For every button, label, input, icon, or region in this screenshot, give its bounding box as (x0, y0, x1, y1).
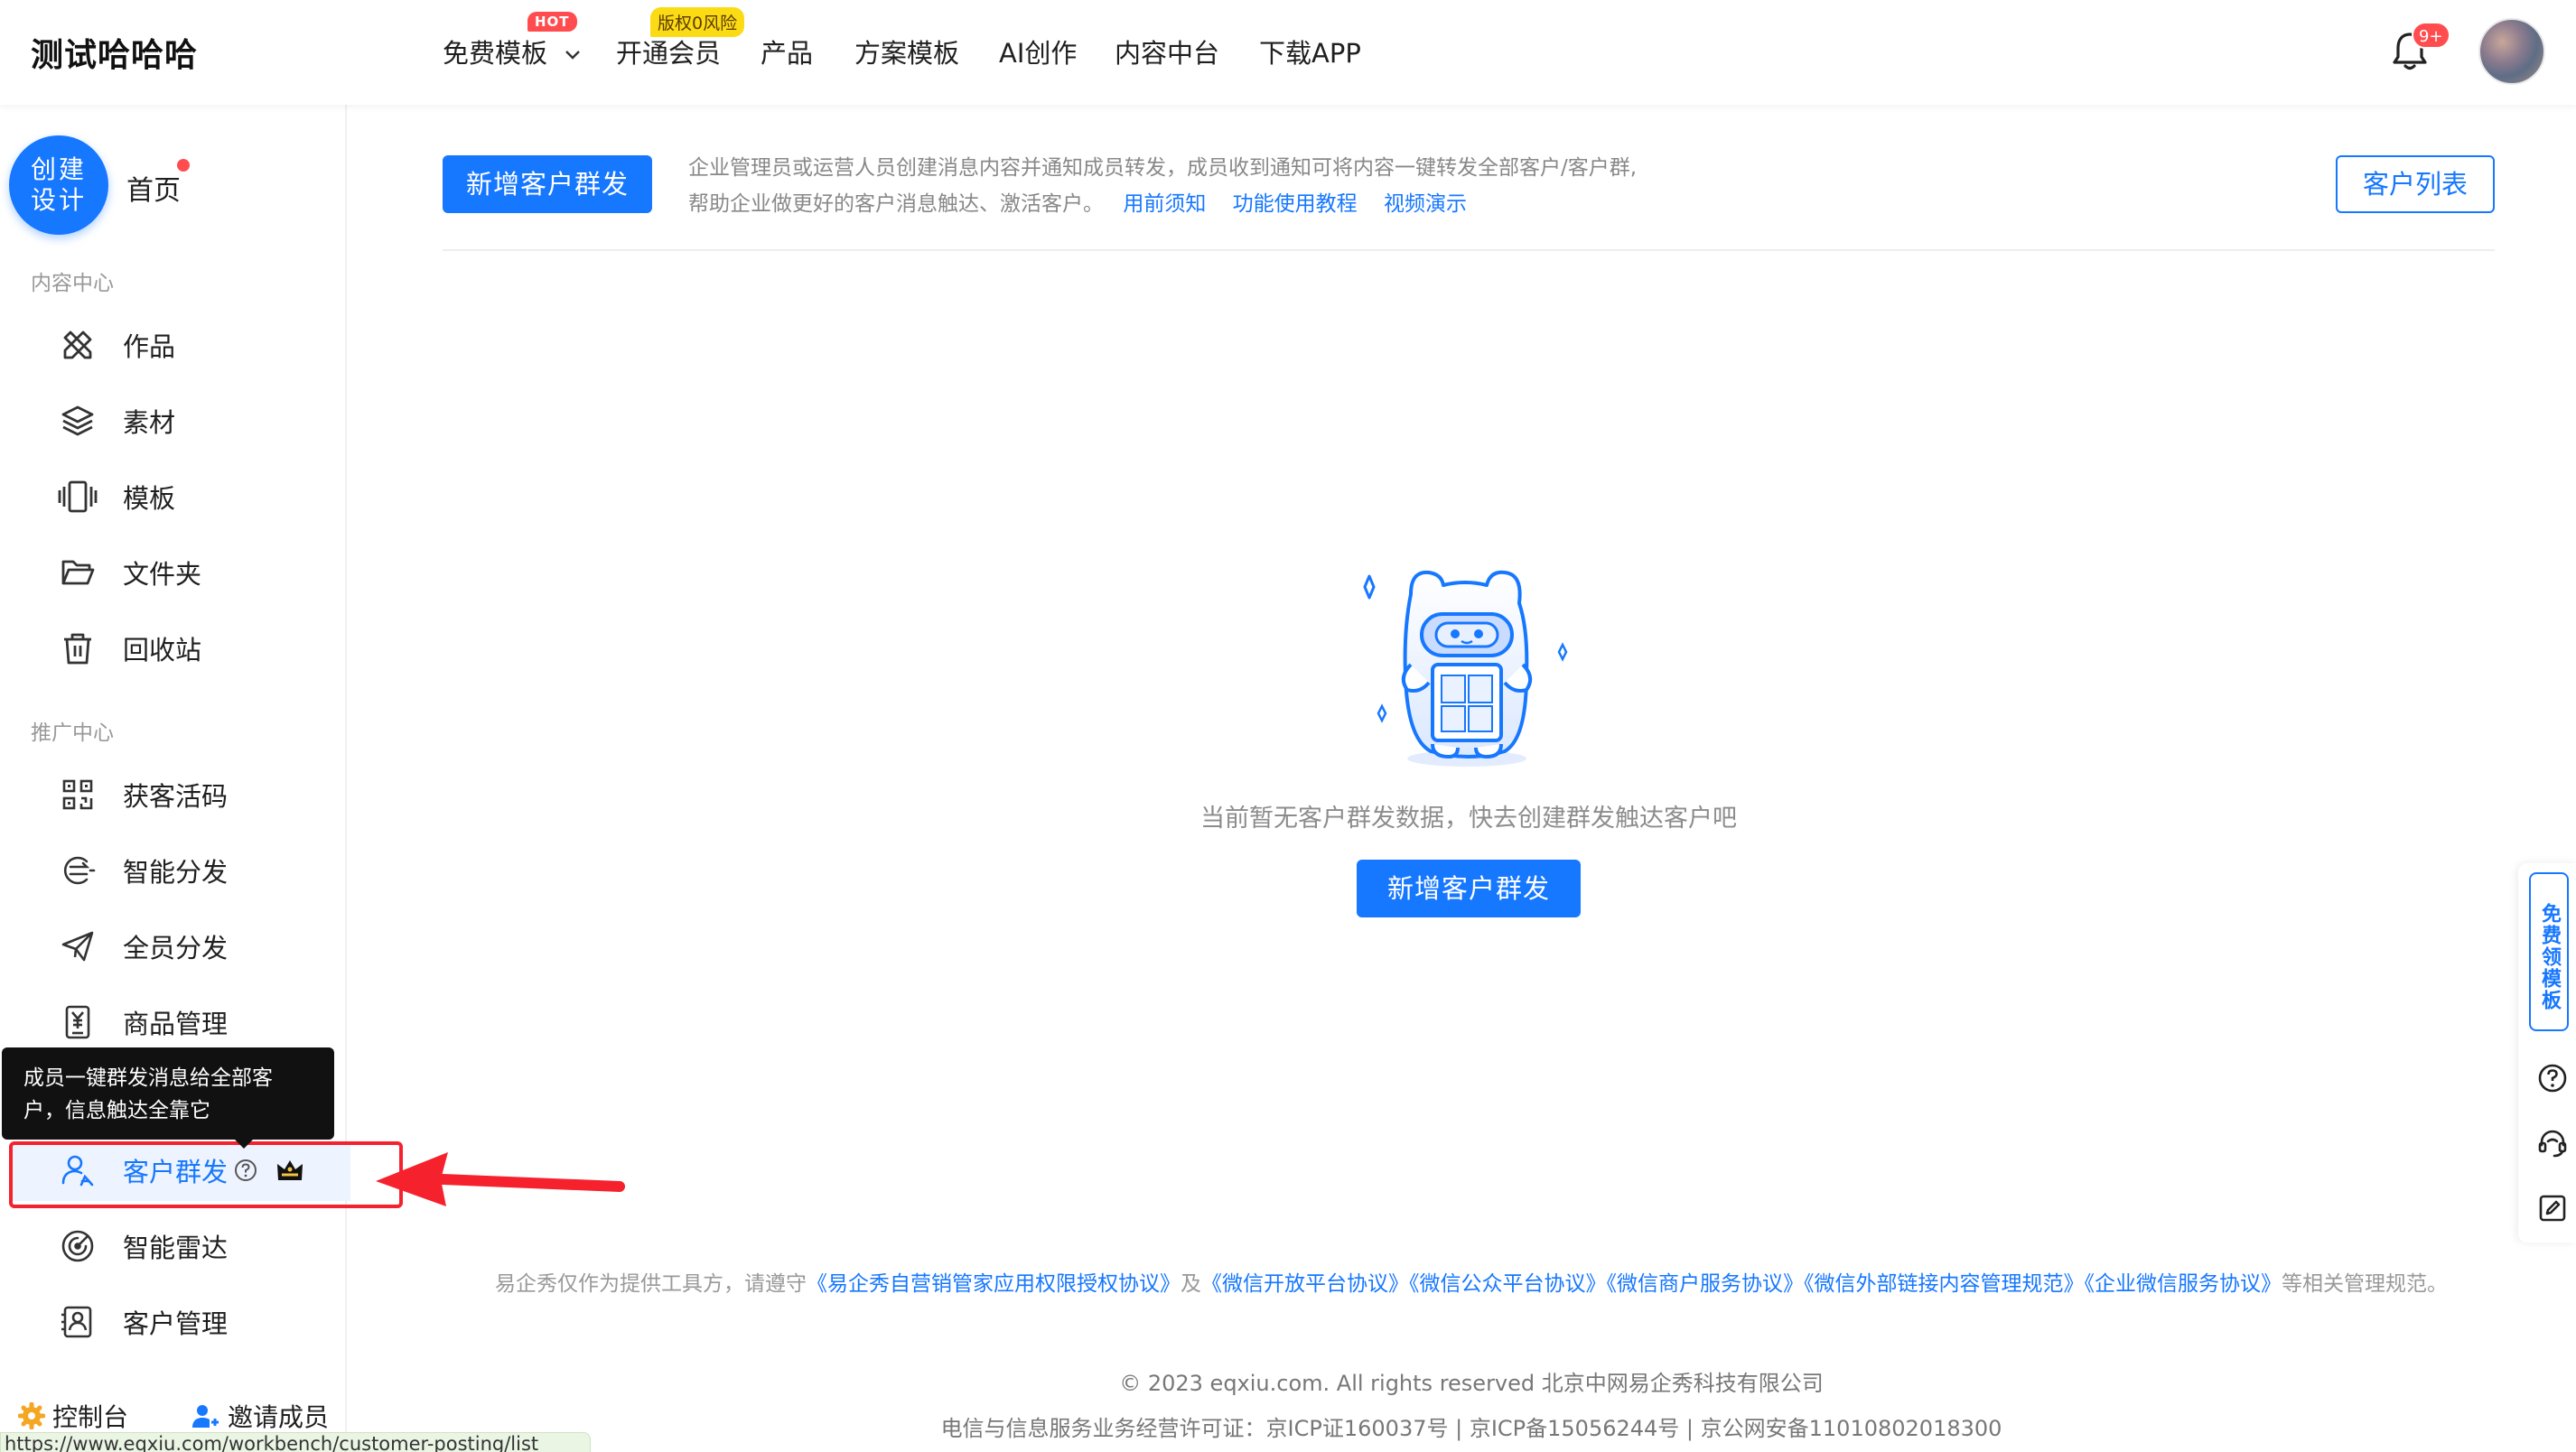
footer-license: 电信与信息服务业务经营许可证：京ICP证160037号 | 京ICP备15056… (940, 1416, 2002, 1441)
sidebar-item-label: 商品管理 (123, 1009, 229, 1039)
tooltip-arrow (233, 1138, 255, 1149)
feedback-edit-icon[interactable] (2534, 1190, 2571, 1226)
footer-notice: 易企秀仅作为提供工具方，请遵守《易企秀自营销管家应用权限授权协议》及《微信开放平… (446, 1268, 2497, 1300)
create-label-line1: 创建 (30, 154, 87, 184)
avatar[interactable] (2478, 18, 2545, 85)
highlight-box (9, 1141, 403, 1208)
sidebar-item-all-staff-distribute[interactable]: 全员分发 (58, 921, 329, 972)
template-icon (58, 477, 98, 517)
sidebar-item-label: 智能分发 (123, 857, 229, 888)
radar-icon (58, 1226, 98, 1266)
nav-label: 免费模板 (443, 38, 548, 69)
invite-member-link[interactable]: 邀请成员 (191, 1398, 329, 1434)
sidebar-item-label: 智能雷达 (123, 1233, 229, 1263)
nav-ai-create[interactable]: AI创作 (999, 33, 1077, 70)
trash-icon (58, 628, 98, 668)
hot-badge: HOT (527, 12, 577, 32)
gear-icon (18, 1402, 45, 1429)
top-header: 测试哈哈哈 免费模板 HOT 开通会员 版权0风险 产品 方案模板 AI创作 内… (0, 0, 2576, 105)
section-title-promotion: 推广中心 (31, 721, 114, 745)
link-usage-notes[interactable]: 用前须知 (1123, 192, 1206, 216)
link-video-demo[interactable]: 视频演示 (1384, 192, 1467, 216)
nav-content-center[interactable]: 内容中台 (1115, 33, 1219, 70)
nav-membership[interactable]: 开通会员 (616, 33, 721, 70)
nav-products[interactable]: 产品 (761, 33, 813, 70)
create-label-line2: 设计 (30, 185, 87, 215)
agreement-link-merchant[interactable]: 《微信商户服务协议》 (1607, 1272, 1805, 1296)
sidebar-item-product-management[interactable]: 商品管理 (58, 997, 329, 1047)
sidebar-item-label: 模板 (123, 483, 176, 514)
sidebar-item-label: 文件夹 (123, 559, 202, 590)
description-line2: 帮助企业做更好的客户消息触达、激活客户。 (688, 192, 1104, 216)
chevron-down-icon (565, 50, 581, 60)
sidebar-item-label: 素材 (123, 407, 176, 438)
sidebar-item-smart-distribute[interactable]: 智能分发 (58, 845, 329, 896)
sidebar-item-customer-management[interactable]: 客户管理 (58, 1297, 329, 1347)
add-user-icon (191, 1402, 219, 1429)
sidebar-item-smart-radar[interactable]: 智能雷达 (58, 1221, 329, 1271)
page-description: 企业管理员或运营人员创建消息内容并通知成员转发，成员收到通知可将内容一键转发全部… (688, 150, 2314, 222)
sidebar-item-label: 回收站 (123, 635, 202, 666)
empty-state-text: 当前暂无客户群发数据，快去创建群发触达客户吧 (1200, 805, 1737, 833)
sidebar-item-label: 全员分发 (123, 933, 229, 963)
sidebar-item-label: 客户管理 (123, 1308, 229, 1339)
agreement-link-public-platform[interactable]: 《微信公众平台协议》 (1409, 1272, 1607, 1296)
agreement-link-work-wechat[interactable]: 《企业微信服务协议》 (2085, 1272, 2282, 1296)
copyright-badge: 版权0风险 (650, 7, 745, 37)
brand-name[interactable]: 测试哈哈哈 (31, 29, 198, 76)
nav-free-templates[interactable]: 免费模板 (443, 33, 581, 70)
customer-service-icon[interactable] (2534, 1125, 2571, 1161)
layers-icon (58, 401, 98, 441)
sidebar-item-label: 作品 (123, 331, 176, 362)
home-notification-dot (177, 159, 190, 172)
agreement-link-open-platform[interactable]: 《微信开放平台协议》 (1201, 1272, 1409, 1296)
tooltip: 成员一键群发消息给全部客户，信息触达全靠它 (2, 1047, 334, 1140)
product-icon (58, 1002, 98, 1042)
footer-and: 及 (1181, 1272, 1201, 1296)
pointer-arrow (370, 1147, 632, 1210)
create-design-button[interactable]: 创建 设计 (9, 135, 108, 235)
console-link[interactable]: 控制台 (18, 1398, 128, 1434)
description-line1: 企业管理员或运营人员创建消息内容并通知成员转发，成员收到通知可将内容一键转发全部… (688, 156, 1638, 180)
nav-download-app[interactable]: 下载APP (1259, 33, 1361, 70)
section-title-content: 内容中心 (31, 272, 114, 295)
footer-copyright: © 2023 eqxiu.com. All rights reserved 北京… (1119, 1371, 1824, 1396)
console-label: 控制台 (52, 1402, 129, 1432)
sidebar-item-home[interactable]: 首页 (126, 168, 181, 208)
empty-state-illustration (1342, 558, 1577, 775)
smart-distribute-icon (58, 851, 98, 890)
sidebar-item-recycle-bin[interactable]: 回收站 (58, 623, 329, 674)
divider (443, 249, 2495, 251)
agreement-link-external-link[interactable]: 《微信外部链接内容管理规范》 (1804, 1272, 2085, 1296)
agreement-link-authorization[interactable]: 《易企秀自营销管家应用权限授权协议》 (807, 1272, 1181, 1296)
sidebar-item-templates[interactable]: 模板 (58, 471, 329, 522)
folder-icon (58, 553, 98, 592)
sidebar-item-materials[interactable]: 素材 (58, 396, 329, 446)
free-template-tab[interactable]: 免费领模板 (2529, 872, 2569, 1031)
qrcode-icon (58, 775, 98, 814)
customer-list-button[interactable]: 客户列表 (2336, 155, 2495, 213)
help-icon[interactable] (2534, 1060, 2571, 1096)
send-icon (58, 926, 98, 966)
sidebar-item-lead-qrcode[interactable]: 获客活码 (58, 769, 329, 820)
footer-notice-prefix: 易企秀仅作为提供工具方，请遵守 (495, 1272, 807, 1296)
add-customer-broadcast-button[interactable]: 新增客户群发 (443, 155, 652, 213)
works-icon (58, 325, 98, 365)
sidebar-item-works[interactable]: 作品 (58, 320, 329, 370)
link-tutorial[interactable]: 功能使用教程 (1233, 192, 1358, 216)
nav-solution-templates[interactable]: 方案模板 (854, 33, 959, 70)
sidebar-item-label: 获客活码 (123, 781, 229, 812)
invite-label: 邀请成员 (228, 1402, 330, 1432)
notification-badge: 9+ (2412, 22, 2450, 49)
footer-notice-suffix: 等相关管理规范。 (2282, 1272, 2448, 1296)
customer-icon (58, 1302, 98, 1342)
sidebar-item-folders[interactable]: 文件夹 (58, 547, 329, 598)
empty-add-broadcast-button[interactable]: 新增客户群发 (1357, 860, 1581, 917)
